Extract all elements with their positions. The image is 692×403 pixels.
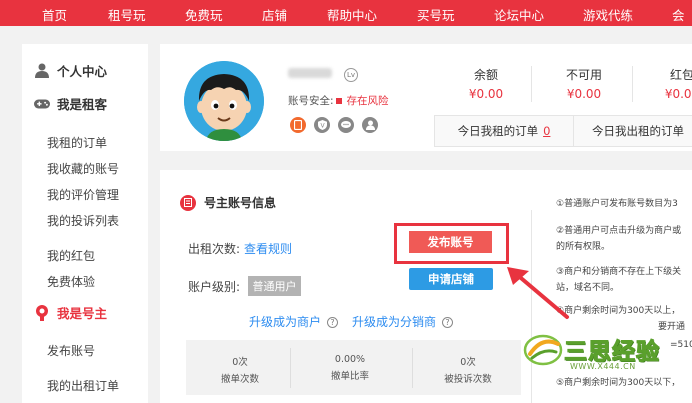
today-lease-orders-label: 今日我出租的订单 bbox=[592, 124, 684, 138]
stat-divider bbox=[290, 348, 291, 388]
highlight-frame bbox=[394, 223, 509, 264]
sidebar-group-renter[interactable]: 我是租客 bbox=[34, 94, 107, 113]
today-rent-orders[interactable]: 今日我租的订单 0 bbox=[434, 115, 574, 147]
top-nav-bar: 首页 租号玩 免费玩 店铺 帮助中心 买号玩 论坛中心 游戏代练 会 bbox=[0, 0, 692, 26]
complaint-count-value: 0次 bbox=[460, 357, 476, 368]
rent-count-label: 出租次数: bbox=[188, 242, 241, 256]
apply-shop-button[interactable]: 申请店铺 bbox=[409, 268, 493, 290]
stat-divider bbox=[632, 66, 633, 102]
cancel-rate-stat: 0.00% 撤单比率 bbox=[300, 354, 400, 382]
red-packet-stat: 红包 ¥0.00 bbox=[652, 66, 692, 101]
rule-line: 要开通 bbox=[658, 322, 686, 332]
upgrade-merchant: 升级成为商户? bbox=[249, 313, 339, 330]
help-icon[interactable]: ? bbox=[442, 317, 454, 328]
sidebar-item-complaints[interactable]: 我的投诉列表 bbox=[47, 212, 119, 229]
sidebar-group-label: 我是号主 bbox=[57, 306, 108, 321]
avatar[interactable] bbox=[184, 61, 264, 141]
verification-badges: V bbox=[290, 117, 378, 133]
level-badge: Lv bbox=[344, 68, 358, 82]
gamepad-icon bbox=[34, 96, 50, 112]
user-verify-icon[interactable] bbox=[362, 117, 378, 133]
complaint-count-label: 被投诉次数 bbox=[444, 374, 492, 385]
unavailable-value: ¥0.00 bbox=[566, 87, 602, 101]
sidebar-item-favorites[interactable]: 我收藏的账号 bbox=[47, 160, 119, 177]
cancel-count-stat: 0次 撤单次数 bbox=[190, 354, 290, 385]
document-icon bbox=[180, 194, 196, 211]
person-icon bbox=[34, 63, 50, 79]
shield-icon[interactable]: V bbox=[314, 117, 330, 133]
cancel-count-label: 撤单次数 bbox=[220, 374, 259, 385]
unavailable-label: 不可用 bbox=[565, 68, 602, 82]
stat-divider bbox=[412, 348, 413, 388]
sidebar: 个人中心 我是租客 我租的订单 我收藏的账号 我的评价管理 我的投诉列表 我的红… bbox=[22, 44, 148, 403]
cancel-rate-label: 撤单比率 bbox=[330, 371, 369, 382]
upgrade-merchant-link[interactable]: 升级成为商户 bbox=[249, 315, 321, 329]
annotation-arrow bbox=[507, 267, 569, 319]
nav-item-forum[interactable]: 论坛中心 bbox=[494, 5, 544, 24]
today-rent-orders-count[interactable]: 0 bbox=[543, 124, 550, 138]
balance-stat: 余额 ¥0.00 bbox=[456, 66, 516, 101]
nav-item-more[interactable]: 会 bbox=[672, 5, 685, 24]
sidebar-group-label: 个人中心 bbox=[57, 64, 108, 79]
security-label: 账号安全: bbox=[288, 95, 334, 107]
nav-item-buy[interactable]: 买号玩 bbox=[417, 5, 455, 24]
rule-line: 的所有权限。 bbox=[556, 242, 611, 252]
owner-icon bbox=[34, 304, 50, 321]
red-packet-value: ¥0.00 bbox=[664, 87, 692, 101]
sidebar-item-my-lease-orders[interactable]: 我的出租订单 bbox=[47, 377, 119, 394]
nav-item-help[interactable]: 帮助中心 bbox=[327, 5, 377, 24]
upgrade-distributor-link[interactable]: 升级成为分销商 bbox=[352, 315, 436, 329]
sidebar-item-reviews[interactable]: 我的评价管理 bbox=[47, 186, 119, 203]
unavailable-stat: 不可用 ¥0.00 bbox=[554, 66, 614, 101]
owner-stats: 0次 撤单次数 0.00% 撤单比率 0次 被投诉次数 bbox=[186, 340, 521, 395]
sidebar-group-personal[interactable]: 个人中心 bbox=[34, 61, 107, 80]
rule-line: ①普通账户可发布账号数目为3 bbox=[556, 199, 678, 209]
watermark-logo-icon bbox=[523, 334, 563, 366]
cancel-count-value: 0次 bbox=[232, 357, 248, 368]
sidebar-item-free-trial[interactable]: 免费体验 bbox=[47, 273, 95, 290]
rule-line: =510 bbox=[670, 340, 692, 350]
stat-divider bbox=[531, 66, 532, 102]
cancel-rate-value: 0.00% bbox=[334, 354, 366, 365]
sidebar-item-my-rent-orders[interactable]: 我租的订单 bbox=[47, 134, 107, 151]
red-packet-label: 红包 bbox=[669, 68, 692, 82]
nav-item-boost[interactable]: 游戏代练 bbox=[583, 5, 633, 24]
nav-item-free[interactable]: 免费玩 bbox=[185, 5, 223, 24]
security-status: 存在风险 bbox=[346, 95, 389, 107]
profile-card: Lv 账号安全: 存在风险 V 余额 ¥0.00 不可用 ¥0.00 红包 ¥0… bbox=[160, 44, 692, 151]
nav-item-rent[interactable]: 租号玩 bbox=[108, 5, 146, 24]
today-lease-orders[interactable]: 今日我出租的订单 bbox=[573, 115, 692, 147]
nav-item-home[interactable]: 首页 bbox=[42, 5, 67, 24]
rule-line: ⑤商户剩余时间为300天以下， bbox=[556, 378, 681, 388]
account-level-value: 普通用户 bbox=[248, 276, 301, 296]
help-icon[interactable]: ? bbox=[327, 317, 339, 328]
rule-line: ②普通用户可点击升级为商户或 bbox=[556, 226, 682, 236]
security-level-bar bbox=[335, 97, 342, 104]
owner-info-header: 号主账号信息 bbox=[180, 194, 276, 211]
chat-icon[interactable] bbox=[338, 117, 354, 133]
sidebar-group-owner[interactable]: 我是号主 bbox=[34, 303, 107, 322]
sidebar-group-label: 我是租客 bbox=[57, 97, 108, 112]
complaint-count-stat: 0次 被投诉次数 bbox=[418, 354, 518, 385]
account-security: 账号安全: 存在风险 bbox=[288, 93, 389, 108]
nav-item-shop[interactable]: 店铺 bbox=[262, 5, 287, 24]
watermark-text: 三思经验 bbox=[564, 339, 660, 366]
upgrade-distributor: 升级成为分销商? bbox=[352, 313, 454, 330]
balance-label: 余额 bbox=[473, 68, 498, 82]
phone-icon[interactable] bbox=[290, 117, 306, 133]
owner-info-title: 号主账号信息 bbox=[204, 196, 277, 210]
balance-value: ¥0.00 bbox=[468, 87, 504, 101]
view-rules-link[interactable]: 查看规则 bbox=[244, 240, 292, 257]
username-blurred bbox=[288, 68, 332, 78]
today-rent-orders-label: 今日我租的订单 bbox=[457, 124, 539, 138]
sidebar-item-publish-account[interactable]: 发布账号 bbox=[47, 342, 95, 359]
watermark-url: WWW.X444.CN bbox=[570, 362, 636, 371]
sidebar-item-red-packets[interactable]: 我的红包 bbox=[47, 247, 95, 264]
account-level-label: 账户级别: bbox=[188, 280, 241, 294]
